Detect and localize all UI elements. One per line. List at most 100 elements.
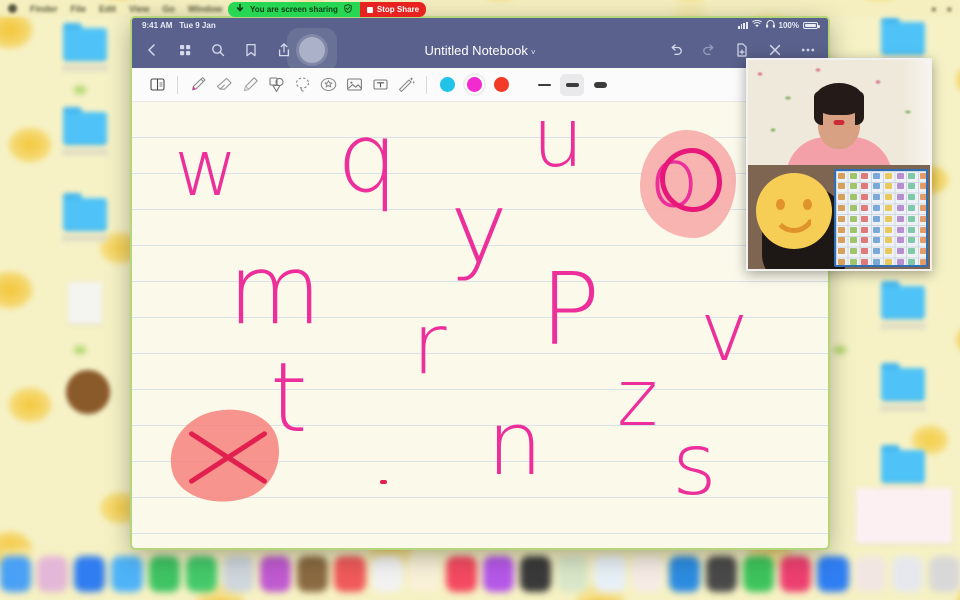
apple-logo-icon[interactable] xyxy=(8,4,17,13)
search-icon[interactable] xyxy=(210,42,226,58)
text-tool[interactable] xyxy=(367,72,393,98)
desktop-document-file[interactable] xyxy=(68,282,102,324)
shield-check-icon xyxy=(344,4,352,15)
dock-icon[interactable] xyxy=(631,556,663,592)
notebook-page[interactable]: wquomyrPvtzns xyxy=(132,102,828,548)
chart-cell xyxy=(884,226,892,233)
chart-cell xyxy=(838,215,845,222)
menu-item-finder[interactable]: Finder xyxy=(30,4,58,14)
stop-share-button[interactable]: Stop Share xyxy=(359,2,427,17)
dock-icon[interactable] xyxy=(148,556,180,592)
menu-item-view[interactable]: View xyxy=(129,4,149,14)
stroke-width-thick[interactable] xyxy=(588,74,612,96)
undo-arrow-icon[interactable] xyxy=(668,42,684,58)
chart-cell xyxy=(896,194,904,201)
bookmark-icon[interactable] xyxy=(243,42,259,58)
dock-icon[interactable] xyxy=(222,556,255,592)
chart-cell xyxy=(896,215,904,222)
desktop-folder[interactable] xyxy=(880,281,926,330)
folder-label xyxy=(880,404,926,412)
color-swatch-magenta[interactable] xyxy=(467,77,482,92)
chart-cell xyxy=(838,204,845,211)
dock-icon[interactable] xyxy=(297,556,329,592)
redo-arrow-icon[interactable] xyxy=(701,42,717,58)
add-page-icon[interactable] xyxy=(734,42,750,58)
share-arrow-icon xyxy=(236,3,244,15)
pen-tool[interactable] xyxy=(185,72,211,98)
menu-bar-status-icons[interactable]: ● ● xyxy=(931,4,952,14)
chart-cell xyxy=(861,204,869,211)
dock-icon[interactable] xyxy=(520,556,552,592)
dock-icon[interactable] xyxy=(0,556,32,592)
desktop-folder[interactable] xyxy=(880,363,926,412)
mac-menu-bar[interactable]: Finder File Edit View Go Window Help ● ● xyxy=(0,0,960,17)
menu-item-go[interactable]: Go xyxy=(162,4,175,14)
dock-icon[interactable] xyxy=(260,556,292,592)
sticker-tool[interactable] xyxy=(315,72,341,98)
video-call-tiles[interactable] xyxy=(746,58,932,271)
stroke-width-medium[interactable] xyxy=(560,73,584,96)
chart-cell xyxy=(908,226,916,233)
record-button-icon[interactable] xyxy=(287,28,337,72)
desktop-folder[interactable] xyxy=(62,23,108,72)
eraser-tool[interactable] xyxy=(211,72,237,98)
desktop-folder[interactable] xyxy=(62,193,108,242)
dock-icon[interactable] xyxy=(891,556,923,592)
screen-share-banner[interactable]: You are screen sharing Stop Share xyxy=(228,2,427,17)
dock-icon[interactable] xyxy=(111,556,143,592)
desktop-folder[interactable] xyxy=(62,107,108,156)
chart-cell xyxy=(838,248,845,255)
close-x-icon[interactable] xyxy=(767,42,783,58)
status-time: 9:41 AM xyxy=(142,20,173,30)
menu-item-file[interactable]: File xyxy=(71,4,87,14)
dock-icon[interactable] xyxy=(334,556,366,592)
dock-icon[interactable] xyxy=(928,556,960,592)
color-swatch-red[interactable] xyxy=(494,77,509,92)
grid-thumbnails-icon[interactable] xyxy=(177,42,193,58)
stroke-width-thin[interactable] xyxy=(532,74,556,96)
dock[interactable] xyxy=(0,548,960,600)
menu-item-edit[interactable]: Edit xyxy=(99,4,116,14)
teacher-video-tile[interactable] xyxy=(748,60,930,165)
chart-cell xyxy=(919,215,926,222)
chart-cell xyxy=(919,194,926,201)
chevron-left-icon[interactable] xyxy=(144,42,160,58)
smiley-face-icon xyxy=(756,172,832,249)
dock-icon[interactable] xyxy=(483,556,515,592)
highlighter-tool[interactable] xyxy=(237,72,263,98)
menu-item-window[interactable]: Window xyxy=(188,4,222,14)
dock-icon[interactable] xyxy=(854,556,886,592)
dock-icon[interactable] xyxy=(445,556,477,592)
handwritten-letter-t: t xyxy=(270,342,308,454)
dock-icon[interactable] xyxy=(817,556,849,592)
student-video-tile[interactable] xyxy=(748,164,930,269)
lasso-tool[interactable] xyxy=(289,72,315,98)
shapes-tool[interactable] xyxy=(263,72,289,98)
dock-icon[interactable] xyxy=(743,556,775,592)
dock-icon[interactable] xyxy=(557,556,589,592)
menu-status-icon[interactable]: ● xyxy=(931,4,936,14)
dock-icon[interactable] xyxy=(37,556,69,592)
chart-cell xyxy=(896,204,904,211)
dock-icon[interactable] xyxy=(185,556,217,592)
desktop: Finder File Edit View Go Window Help ● ●… xyxy=(0,0,960,600)
dock-icon[interactable] xyxy=(780,556,812,592)
dock-icon[interactable] xyxy=(371,556,403,592)
drawing-toolbar[interactable] xyxy=(132,68,828,102)
more-ellipsis-icon[interactable] xyxy=(800,42,816,58)
color-swatch-cyan[interactable] xyxy=(440,77,455,92)
chevron-down-icon[interactable]: ˅ xyxy=(531,48,536,57)
dock-icon[interactable] xyxy=(74,556,106,592)
dock-icon[interactable] xyxy=(408,556,440,592)
menu-status-icon[interactable]: ● xyxy=(947,4,952,14)
chart-cell xyxy=(884,258,892,265)
dock-icon[interactable] xyxy=(594,556,626,592)
page-tool[interactable] xyxy=(144,72,170,98)
dock-icon[interactable] xyxy=(668,556,700,592)
desktop-disk-icon[interactable] xyxy=(66,370,110,414)
desktop-preview-file[interactable] xyxy=(856,488,952,544)
magic-tool[interactable] xyxy=(393,72,419,98)
image-tool[interactable] xyxy=(341,72,367,98)
chart-cell xyxy=(849,258,857,265)
dock-icon[interactable] xyxy=(705,556,738,592)
